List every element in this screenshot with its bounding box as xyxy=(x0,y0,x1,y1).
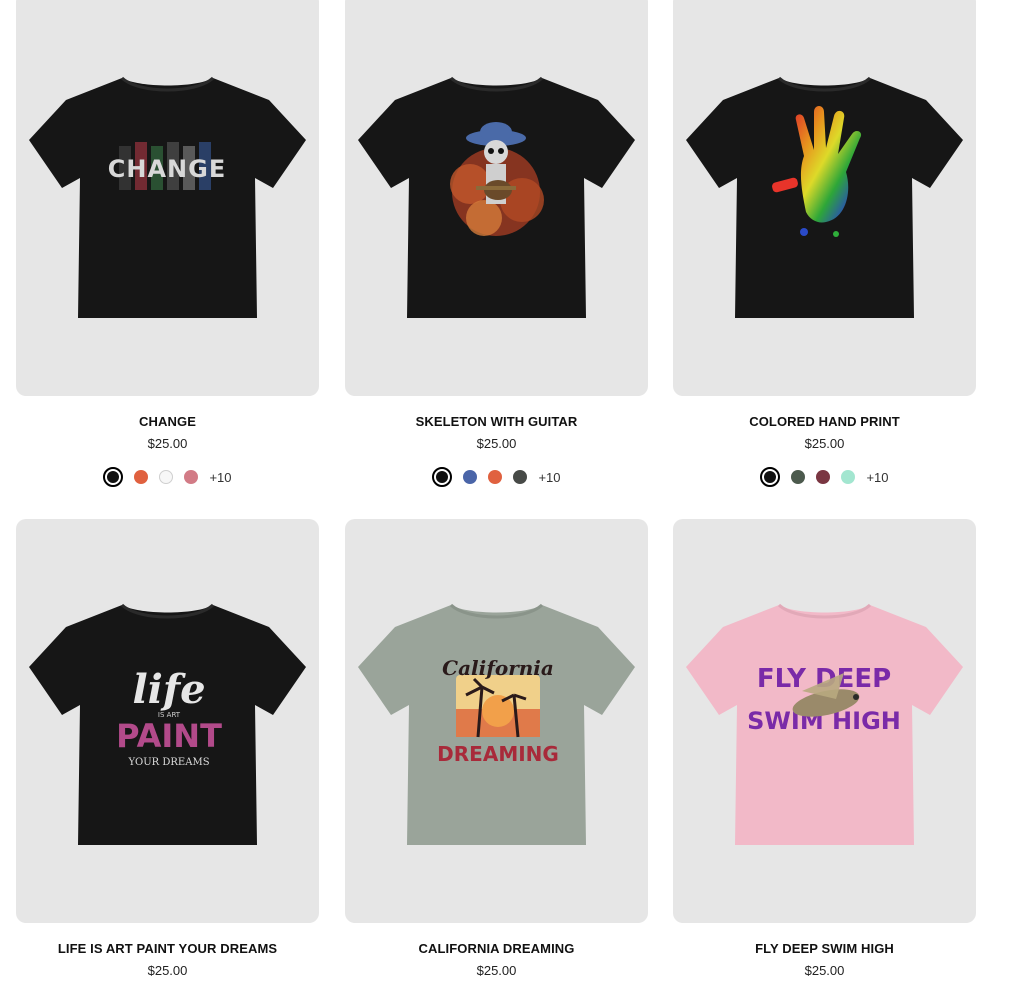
swatch-mint[interactable] xyxy=(841,470,856,484)
shirt-print: CHANGE xyxy=(108,142,226,190)
product-title[interactable]: SKELETON WITH GUITAR xyxy=(345,414,648,430)
swatch-orange[interactable] xyxy=(134,470,149,484)
swatch-dark-green[interactable] xyxy=(791,470,806,484)
product-image[interactable] xyxy=(345,0,648,396)
product-title[interactable]: LIFE IS ART PAINT YOUR DREAMS xyxy=(16,941,319,957)
product-price: $25.00 xyxy=(804,963,845,978)
product-price: $25.00 xyxy=(804,436,845,451)
product-card[interactable]: SKELETON WITH GUITAR $25.00 +10 xyxy=(345,0,648,487)
product-title[interactable]: CHANGE xyxy=(16,414,319,430)
tshirt-image: CHANGE xyxy=(29,76,306,318)
product-price: $25.00 xyxy=(147,963,188,978)
swatch-maroon[interactable] xyxy=(816,470,831,484)
swatch-charcoal[interactable] xyxy=(513,470,528,484)
product-title[interactable]: CALIFORNIA DREAMING xyxy=(345,941,648,957)
product-image[interactable]: life IS ART PAINT YOUR DREAMS xyxy=(16,519,319,923)
tshirt-image xyxy=(686,76,963,318)
product-title[interactable]: FLY DEEP SWIM HIGH xyxy=(673,941,976,957)
color-swatches: +10 xyxy=(673,467,976,487)
product-image[interactable] xyxy=(673,0,976,396)
product-image[interactable]: California DREAMING xyxy=(345,519,648,923)
swatch-blue[interactable] xyxy=(463,470,478,484)
print-line: DREAMING xyxy=(437,742,559,766)
product-image[interactable]: CHANGE xyxy=(16,0,319,396)
more-colors-link[interactable]: +10 xyxy=(209,470,231,485)
swatch-white[interactable] xyxy=(159,470,174,484)
product-card[interactable]: California DREAMING CALIFORNIA DREAMING … xyxy=(345,519,648,979)
swatch-black[interactable] xyxy=(760,467,781,487)
print-line: life xyxy=(132,666,205,713)
tshirt-image: California DREAMING xyxy=(358,603,635,845)
product-image[interactable]: FLY DEEP SWIM HIGH xyxy=(673,519,976,923)
print-line: California xyxy=(442,656,554,680)
product-title[interactable]: COLORED HAND PRINT xyxy=(673,414,976,430)
product-price: $25.00 xyxy=(476,963,517,978)
tshirt-image: FLY DEEP SWIM HIGH xyxy=(686,603,963,845)
print-line: YOUR DREAMS xyxy=(127,757,209,768)
color-swatches: +10 xyxy=(16,467,319,487)
tshirt-image xyxy=(358,76,635,318)
swatch-pink[interactable] xyxy=(184,470,199,484)
swatch-black[interactable] xyxy=(432,467,453,487)
product-card[interactable]: CHANGE CHANGE $25.00 +10 xyxy=(16,0,319,487)
product-card[interactable]: COLORED HAND PRINT $25.00 +10 xyxy=(673,0,976,487)
print-line: PAINT xyxy=(116,717,222,755)
product-card[interactable]: life IS ART PAINT YOUR DREAMS LIFE IS AR… xyxy=(16,519,319,979)
tshirt-image: life IS ART PAINT YOUR DREAMS xyxy=(29,603,306,845)
print-text: CHANGE xyxy=(108,155,226,183)
product-price: $25.00 xyxy=(476,436,517,451)
product-price: $25.00 xyxy=(147,436,188,451)
product-grid: CHANGE CHANGE $25.00 +10 SKELETON WITH G… xyxy=(0,0,1024,985)
more-colors-link[interactable]: +10 xyxy=(538,470,560,485)
swatch-orange[interactable] xyxy=(488,470,503,484)
more-colors-link[interactable]: +10 xyxy=(866,470,888,485)
swatch-black[interactable] xyxy=(103,467,124,487)
product-card[interactable]: FLY DEEP SWIM HIGH FLY DEEP SWIM HIGH $2… xyxy=(673,519,976,979)
color-swatches: +10 xyxy=(345,467,648,487)
